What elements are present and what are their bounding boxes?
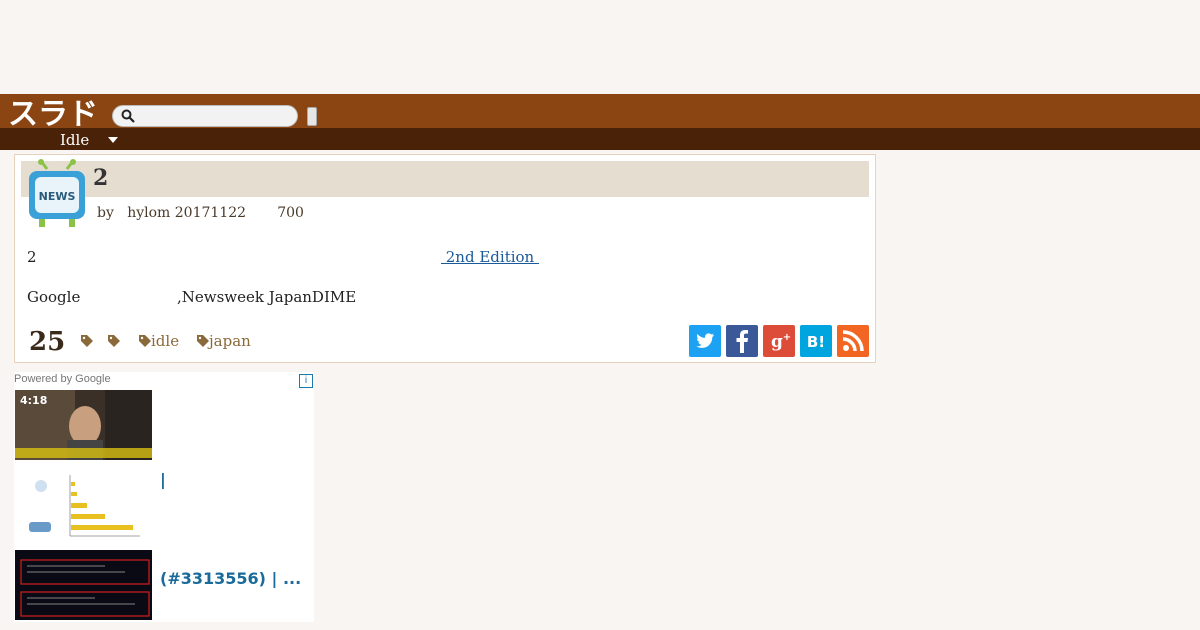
- twitter-icon: [696, 333, 715, 348]
- powered-by-google: Powered by Google: [14, 373, 111, 385]
- ad-info-icon[interactable]: i: [299, 374, 313, 388]
- tag-item[interactable]: [108, 332, 120, 350]
- search-box[interactable]: [112, 105, 298, 127]
- article-title-bar: [21, 161, 869, 197]
- tag-label: idle: [151, 332, 180, 350]
- site-logo[interactable]: スラド: [8, 96, 104, 128]
- book-link[interactable]: 2nd Edition: [441, 248, 539, 266]
- search-icon: [121, 109, 135, 123]
- tag-label: japan: [209, 332, 251, 350]
- article-card: 2 NEWS by hylom 20171122 700 2 2nd Editi…: [14, 154, 876, 363]
- logo-text: スラド: [8, 97, 98, 128]
- article-meta: by hylom 20171122 700: [97, 205, 304, 221]
- top-ad-area: [0, 0, 1200, 94]
- related-ads-widget: Powered by Google i 4:18 | (#3313556) | …: [14, 372, 314, 622]
- comment-count[interactable]: 25: [29, 327, 65, 357]
- article-text-2: Google: [27, 288, 81, 306]
- news-tv-icon: NEWS: [29, 159, 85, 227]
- search-input[interactable]: [139, 108, 289, 124]
- tag-item[interactable]: japan: [197, 332, 251, 350]
- svg-text:4:18: 4:18: [20, 394, 47, 407]
- tag-icon: [81, 335, 93, 347]
- svg-text:B!: B!: [807, 333, 825, 351]
- article-text-3: ,Newsweek JapanDIME: [177, 288, 357, 306]
- tag-icon: [139, 335, 151, 347]
- nav-bar: [0, 128, 1200, 150]
- tag-item[interactable]: [81, 332, 93, 350]
- hatena-bookmark-button[interactable]: B!: [800, 325, 832, 357]
- tag-item[interactable]: idle: [139, 332, 179, 350]
- svg-text:+: +: [783, 332, 791, 343]
- facebook-share-button[interactable]: [726, 325, 758, 357]
- article-text-1: 2: [27, 248, 37, 266]
- ad-link[interactable]: (#3313556) | ...: [160, 569, 301, 588]
- news-icon-label: NEWS: [39, 190, 76, 203]
- ad-thumbnail[interactable]: [15, 470, 152, 540]
- ad-thumbnail[interactable]: [15, 550, 152, 620]
- tag-icon: [197, 335, 209, 347]
- rss-icon: [842, 330, 864, 352]
- chevron-down-icon[interactable]: [108, 137, 118, 143]
- facebook-icon: [736, 330, 748, 353]
- nav-section-label[interactable]: Idle: [60, 131, 89, 149]
- search-button[interactable]: [307, 107, 317, 126]
- ad-thumbnail[interactable]: 4:18: [15, 390, 152, 460]
- twitter-share-button[interactable]: [689, 325, 721, 357]
- google-plus-icon: g +: [771, 332, 791, 352]
- hatena-bookmark-icon: B!: [807, 333, 825, 351]
- svg-text:g: g: [771, 332, 783, 352]
- article-title[interactable]: 2: [93, 165, 108, 191]
- rss-feed-button[interactable]: [837, 325, 869, 357]
- tag-icon: [108, 335, 120, 347]
- google-plus-share-button[interactable]: g +: [763, 325, 795, 357]
- ad-link[interactable]: |: [160, 470, 166, 489]
